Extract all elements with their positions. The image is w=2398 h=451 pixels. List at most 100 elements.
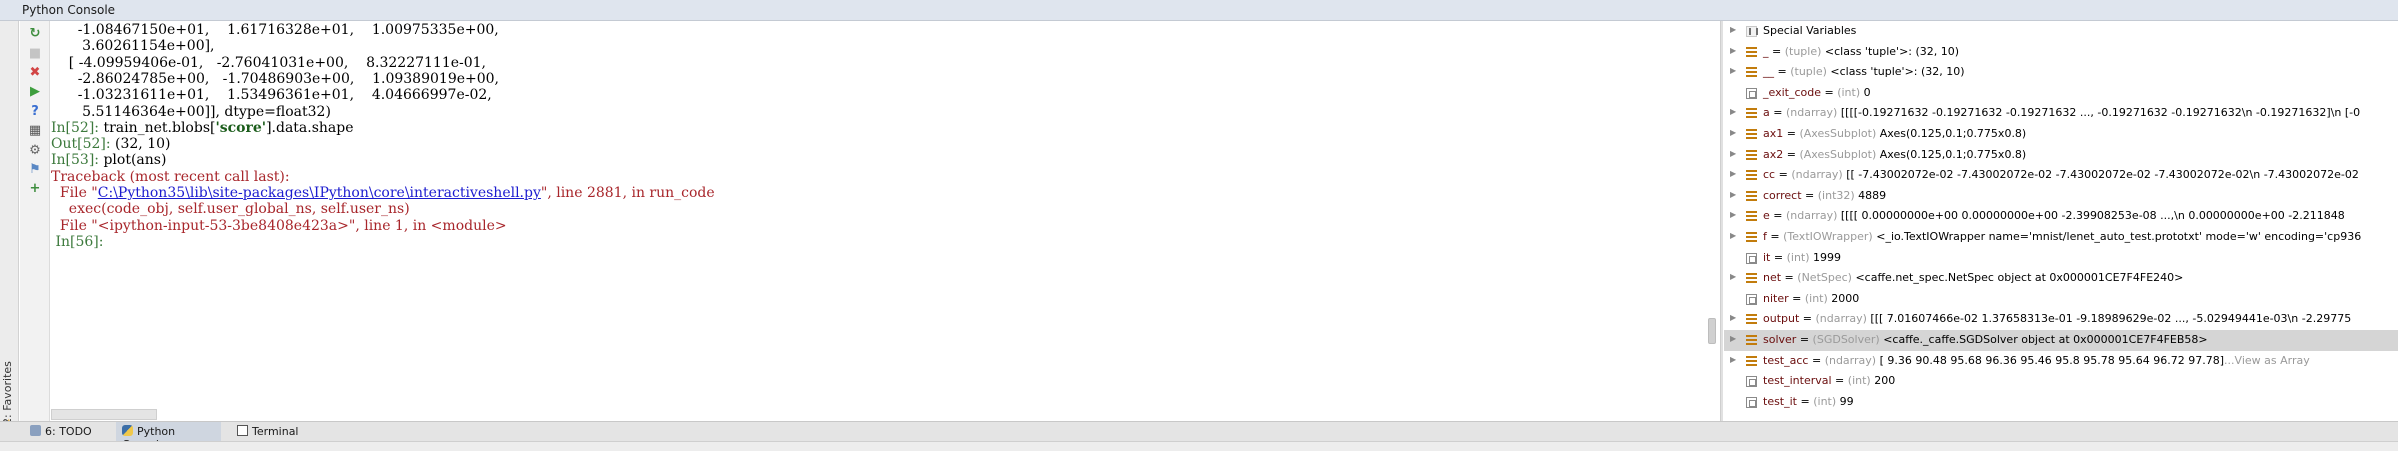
console-text: In[53]: <box>51 152 104 169</box>
variable-row[interactable]: ▶ solver = (SGDSolver) <caffe._caffe.SGDS… <box>1724 330 2398 351</box>
view-as-array-link[interactable]: ...View as Array <box>2224 354 2310 367</box>
variable-value: Axes(0.125,0.1;0.775x0.8) <box>1879 147 2027 161</box>
variable-row[interactable]: test_interval = (int) 200 <box>1724 371 2398 392</box>
variable-text: Special Variables <box>1763 24 1856 37</box>
console-text: ].data.shape <box>266 119 354 136</box>
variable-text: test_interval = (int) 200 <box>1763 374 1896 388</box>
variable-name: ax1 <box>1763 127 1784 140</box>
console-output[interactable]: -1.08467150e+01, 1.61716328e+01, 1.00975… <box>51 21 1721 421</box>
variable-row[interactable]: niter = (int) 2000 <box>1724 289 2398 310</box>
console-line: exec(code_obj, self.user_global_ns, self… <box>51 201 410 217</box>
variable-value: 200 <box>1874 374 1896 388</box>
variable-row[interactable]: ▶ net = (NetSpec) <caffe.net_spec.NetSpec… <box>1724 268 2398 289</box>
variable-value: [ 9.36 90.48 95.68 96.36 95.46 95.8 95.7… <box>1879 353 2225 367</box>
expand-arrow-icon[interactable]: ▶ <box>1730 355 1736 364</box>
variable-text: _exit_code = (int) 0 <box>1763 85 1871 99</box>
expand-arrow-icon[interactable]: ▶ <box>1730 272 1736 281</box>
file-link[interactable]: C:\Python35\lib\site-packages\IPython\co… <box>98 185 541 201</box>
variable-row[interactable]: ▶ e = (ndarray) [[[[ 0.00000000e+00 0.000… <box>1724 206 2398 227</box>
expand-arrow-icon[interactable]: ▶ <box>1730 25 1736 34</box>
variable-text: a = (ndarray) [[[[-0.19271632 -0.1927163… <box>1763 106 2361 120</box>
help-icon[interactable]: ? <box>25 101 45 121</box>
object-icon <box>1746 211 1757 223</box>
variable-value: 99 <box>1839 394 1854 408</box>
expand-arrow-icon[interactable]: ▶ <box>1730 128 1736 137</box>
tab-terminal[interactable]: Terminal <box>231 422 301 442</box>
variable-name: e <box>1763 209 1770 223</box>
expand-arrow-icon[interactable]: ▶ <box>1730 190 1736 199</box>
variable-row[interactable]: ▶ Special Variables <box>1724 21 2398 42</box>
variable-type: (SGDSolver) <box>1812 333 1880 346</box>
variable-type: (ndarray) <box>1824 353 1877 367</box>
console-text: 'score' <box>215 119 267 136</box>
variable-row[interactable]: ▶ _ = (tuple) <class 'tuple'>: (32, 10) <box>1724 42 2398 63</box>
object-icon <box>1746 46 1757 58</box>
expand-arrow-icon[interactable]: ▶ <box>1730 46 1736 55</box>
close-icon[interactable]: ✖ <box>25 62 45 82</box>
variables-icon[interactable]: ▦ <box>25 120 45 140</box>
variable-row[interactable]: test_it = (int) 99 <box>1724 392 2398 413</box>
variable-value: 0 <box>1863 85 1871 99</box>
variable-value: <class 'tuple'>: (32, 10) <box>1830 65 1965 79</box>
settings-icon[interactable]: ⚙ <box>25 140 45 160</box>
console-horizontal-scrollbar[interactable] <box>51 409 157 420</box>
variable-text: solver = (SGDSolver) <caffe._caffe.SGDSo… <box>1763 333 2208 346</box>
console-line: 3.60261154e+00], <box>51 38 214 54</box>
python-icon <box>122 425 133 436</box>
attach-debugger-icon[interactable]: ⚑ <box>25 159 45 179</box>
variable-value: 4889 <box>1858 188 1887 202</box>
expand-arrow-icon[interactable]: ▶ <box>1730 149 1736 158</box>
expand-arrow-icon[interactable]: ▶ <box>1730 313 1736 322</box>
variable-text: e = (ndarray) [[[[ 0.00000000e+00 0.0000… <box>1763 209 2345 223</box>
variable-row[interactable]: ▶ ax1 = (AxesSubplot) Axes(0.125,0.1;0.77… <box>1724 124 2398 145</box>
variable-row[interactable]: ▶ __ = (tuple) <class 'tuple'>: (32, 10) <box>1724 62 2398 83</box>
object-icon <box>1746 355 1757 367</box>
run-icon[interactable]: ▶ <box>25 81 45 101</box>
variable-name: __ <box>1763 65 1774 79</box>
variable-name: cc <box>1763 168 1776 182</box>
variable-row[interactable]: ▶ output = (ndarray) [[[ 7.01607466e-02 1… <box>1724 309 2398 330</box>
splitter[interactable] <box>1720 21 1723 421</box>
variable-row[interactable]: _exit_code = (int) 0 <box>1724 83 2398 104</box>
field-icon <box>1746 293 1757 305</box>
expand-arrow-icon[interactable]: ▶ <box>1730 334 1736 343</box>
console-text: In[52]: <box>51 119 104 136</box>
console-text: 5.51146364e+00]], dtype=float32) <box>51 103 331 120</box>
console-line: [ -4.09959406e-01, -2.76041031e+00, 8.32… <box>51 55 486 71</box>
expand-arrow-icon[interactable]: ▶ <box>1730 169 1736 178</box>
tab-todo[interactable]: 6: TODO <box>24 422 106 442</box>
expand-arrow-icon[interactable]: ▶ <box>1730 107 1736 116</box>
console-text: [ -4.09959406e-01, -2.76041031e+00, 8.32… <box>51 54 487 71</box>
tab-label: Terminal <box>252 425 299 438</box>
variable-text: ax1 = (AxesSubplot) Axes(0.125,0.1;0.775… <box>1763 127 2027 140</box>
variable-row[interactable]: it = (int) 1999 <box>1724 248 2398 269</box>
variable-type: (int32) <box>1817 188 1855 202</box>
tool-window-title: Python Console <box>22 3 116 17</box>
variable-value: 2000 <box>1831 291 1860 305</box>
expand-arrow-icon[interactable]: ▶ <box>1730 210 1736 219</box>
object-icon <box>1746 273 1757 285</box>
console-text: Out[52]: <box>51 136 116 153</box>
variable-row[interactable]: ▶ ax2 = (AxesSubplot) Axes(0.125,0.1;0.77… <box>1724 145 2398 166</box>
expand-arrow-icon[interactable]: ▶ <box>1730 231 1736 240</box>
add-console-icon[interactable]: + <box>25 178 45 198</box>
variable-type: (tuple) <box>1784 44 1822 58</box>
favorites-tab[interactable]: 2: Favorites <box>1 353 17 425</box>
tab-python-console[interactable]: Python Console <box>116 422 221 451</box>
tab-label: 6: TODO <box>45 425 92 438</box>
splitter-handle[interactable] <box>1708 318 1716 344</box>
object-icon <box>1746 149 1757 161</box>
expand-arrow-icon[interactable]: ▶ <box>1730 66 1736 75</box>
variable-row[interactable]: ▶ cc = (ndarray) [[ -7.43002072e-02 -7.43… <box>1724 165 2398 186</box>
variable-type: (int) <box>1837 85 1861 99</box>
variable-row[interactable]: ▶ correct = (int32) 4889 <box>1724 186 2398 207</box>
variable-row[interactable]: ▶ test_acc = (ndarray) [ 9.36 90.48 95.68… <box>1724 351 2398 372</box>
variable-text: correct = (int32) 4889 <box>1763 188 1887 202</box>
rerun-icon[interactable]: ↻ <box>25 23 45 43</box>
variable-text: it = (int) 1999 <box>1763 250 1842 264</box>
stop-icon[interactable]: ■ <box>25 43 45 63</box>
variable-type: (NetSpec) <box>1797 271 1852 285</box>
console-line: Traceback (most recent call last): <box>51 169 290 185</box>
variable-row[interactable]: ▶ f = (TextIOWrapper) <_io.TextIOWrapper … <box>1724 227 2398 248</box>
variable-row[interactable]: ▶ a = (ndarray) [[[[-0.19271632 -0.192716… <box>1724 103 2398 124</box>
